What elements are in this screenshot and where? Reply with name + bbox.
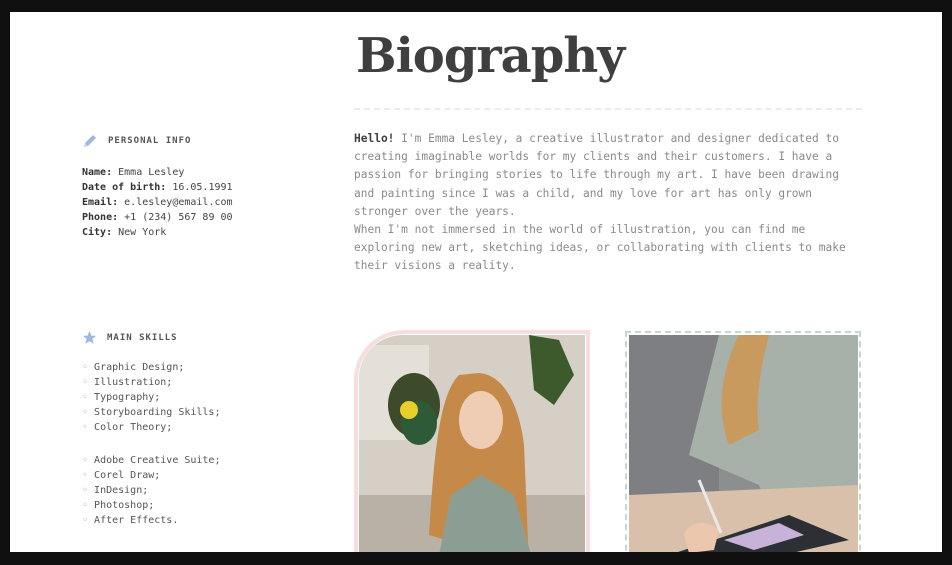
info-city: City: New York <box>82 225 233 240</box>
info-label: City: <box>82 227 113 238</box>
skill-item: Corel Draw; <box>82 468 220 483</box>
title-divider <box>354 108 862 110</box>
info-label: Phone: <box>82 212 119 223</box>
skill-item: Photoshop; <box>82 498 220 513</box>
bio-greeting: Hello! <box>354 132 395 145</box>
info-name: Name: Emma Lesley <box>82 165 233 180</box>
skill-item: Typography; <box>82 390 220 405</box>
pencil-icon <box>82 133 98 149</box>
info-email: Email: e.lesley@email.com <box>82 195 233 210</box>
skill-item: InDesign; <box>82 483 220 498</box>
info-label: Email: <box>82 197 119 208</box>
info-value: +1 (234) 567 89 00 <box>124 212 233 223</box>
info-phone: Phone: +1 (234) 567 89 00 <box>82 210 233 225</box>
skill-item: Graphic Design; <box>82 360 220 375</box>
personal-info-heading-label: PERSONAL INFO <box>108 136 192 146</box>
info-value: 16.05.1991 <box>172 182 233 193</box>
skills-list-general: Graphic Design; Illustration; Typography… <box>82 360 220 435</box>
info-value: e.lesley@email.com <box>124 197 233 208</box>
bio-text: I'm Emma Lesley, a creative illustrator … <box>354 132 846 273</box>
main-skills-heading-label: MAIN SKILLS <box>107 332 178 343</box>
skill-item: Storyboarding Skills; <box>82 405 220 420</box>
page-title: Biography <box>356 28 625 84</box>
info-value: Emma Lesley <box>118 167 185 178</box>
info-value: New York <box>118 227 167 238</box>
skill-item: Adobe Creative Suite; <box>82 453 220 468</box>
info-label: Name: <box>82 167 113 178</box>
skill-item: Illustration; <box>82 375 220 390</box>
page: Biography PERSONAL INFO Name: Emma Lesle… <box>10 12 942 552</box>
portrait-photo <box>359 335 585 552</box>
personal-info-list: Name: Emma Lesley Date of birth: 16.05.1… <box>82 165 233 240</box>
skills-list-software: Adobe Creative Suite; Corel Draw; InDesi… <box>82 453 220 528</box>
skill-item: After Effects. <box>82 513 220 528</box>
info-birth: Date of birth: 16.05.1991 <box>82 180 233 195</box>
drawing-photo <box>629 335 858 552</box>
bio-paragraph: Hello! I'm Emma Lesley, a creative illus… <box>354 130 860 276</box>
personal-info-heading: PERSONAL INFO <box>82 133 191 149</box>
info-label: Date of birth: <box>82 182 167 193</box>
skill-item: Color Theory; <box>82 420 220 435</box>
main-skills-heading: MAIN SKILLS <box>82 330 178 345</box>
star-icon <box>82 330 97 345</box>
